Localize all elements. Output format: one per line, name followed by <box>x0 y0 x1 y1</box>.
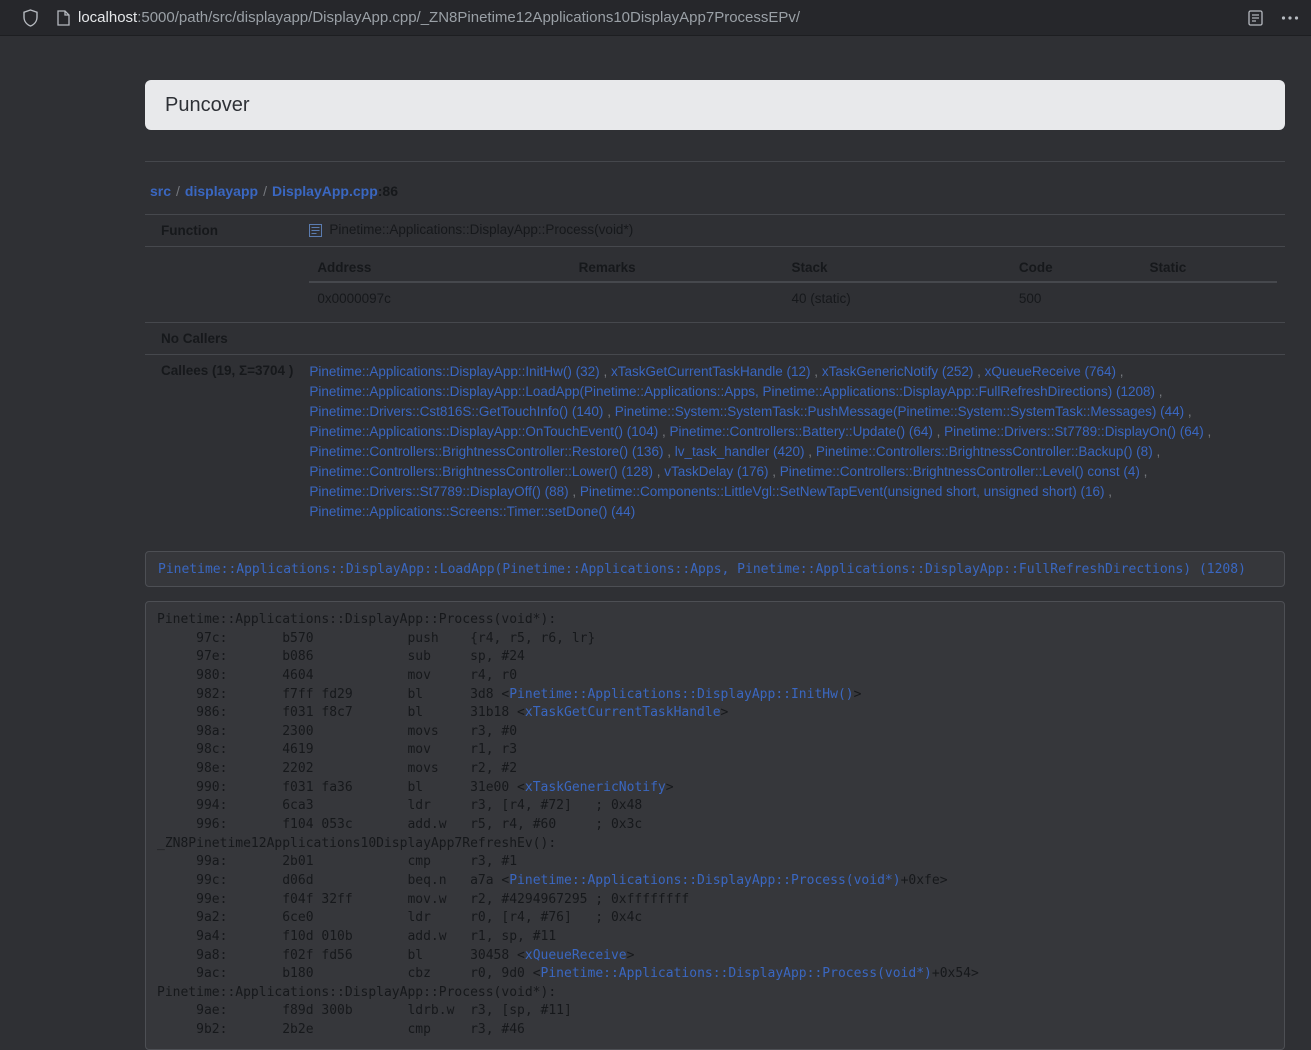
callee-separator: , <box>1104 484 1112 499</box>
callee-separator: , <box>811 364 822 379</box>
disassembly-block: Pinetime::Applications::DisplayApp::Proc… <box>145 601 1285 1050</box>
callee-separator: , <box>769 464 780 479</box>
browser-chrome: localhost:5000/path/src/displayapp/Displ… <box>0 0 1311 36</box>
page-icon <box>57 10 70 26</box>
callee-separator: , <box>603 404 614 419</box>
callee-separator: , <box>663 444 674 459</box>
callee-separator: , <box>973 364 984 379</box>
url-host: localhost <box>78 9 137 26</box>
shield-icon[interactable] <box>22 9 39 27</box>
page-title: Puncover <box>165 94 250 117</box>
code-symbol-link[interactable]: Pinetime::Applications::DisplayApp::Proc… <box>509 873 900 888</box>
callee-link[interactable]: Pinetime::Controllers::Battery::Update()… <box>670 424 933 439</box>
callee-separator: , <box>805 444 816 459</box>
breadcrumb-separator: / <box>176 183 180 199</box>
callee-link[interactable]: Pinetime::Drivers::St7789::DisplayOff() … <box>309 484 568 499</box>
callee-separator: , <box>658 424 669 439</box>
callee-separator: , <box>653 464 664 479</box>
code-symbol-link[interactable]: xQueueReceive <box>525 948 627 963</box>
main-container: Puncover src / displayapp / DisplayApp.cpp:8… <box>145 80 1285 1050</box>
column-header-stack: Stack <box>783 254 1010 282</box>
callee-link[interactable]: Pinetime::Controllers::BrightnessControl… <box>780 464 1140 479</box>
callee-link[interactable]: Pinetime::Applications::Screens::Timer::… <box>309 504 635 519</box>
callee-link[interactable]: xTaskGenericNotify (252) <box>822 364 974 379</box>
callee-separator: , <box>1153 444 1161 459</box>
column-header-address: Address <box>309 254 570 282</box>
callee-separator: , <box>1116 364 1124 379</box>
callee-link[interactable]: Pinetime::Applications::DisplayApp::Load… <box>309 384 1155 399</box>
callee-link[interactable]: vTaskDelay (176) <box>664 464 768 479</box>
callee-link[interactable]: Pinetime::Drivers::St7789::DisplayOn() (… <box>944 424 1204 439</box>
detail-table: Address Remarks Stack Code Static 0x0000… <box>309 254 1277 315</box>
breadcrumb-link-displayapp[interactable]: displayapp <box>185 183 258 199</box>
code-symbol-link[interactable]: Pinetime::Applications::DisplayApp::Proc… <box>541 966 932 981</box>
column-header-static: Static <box>1142 254 1278 282</box>
no-callers-cell <box>301 323 1285 355</box>
callee-link[interactable]: Pinetime::Controllers::BrightnessControl… <box>309 464 653 479</box>
breadcrumb-line-number: :86 <box>378 183 398 199</box>
no-callers-row: No Callers <box>145 323 1285 355</box>
callee-separator: , <box>1155 384 1163 399</box>
callee-separator: , <box>600 364 611 379</box>
code-symbol-link[interactable]: Pinetime::Applications::DisplayApp::Init… <box>509 687 853 702</box>
divider <box>145 161 1285 162</box>
stack-value: 40 (static) <box>783 282 1010 315</box>
function-row-label: Function <box>145 215 301 247</box>
static-value <box>1142 282 1278 315</box>
url-path: :5000/path/src/displayapp/DisplayApp.cpp… <box>137 9 800 26</box>
function-icon <box>309 224 322 237</box>
code-symbol-link[interactable]: xTaskGenericNotify <box>525 780 666 795</box>
url-bar[interactable]: localhost:5000/path/src/displayapp/Displ… <box>78 9 800 26</box>
callee-separator: , <box>933 424 944 439</box>
callee-link[interactable]: Pinetime::Applications::DisplayApp::Init… <box>309 364 599 379</box>
breadcrumb-link-file[interactable]: DisplayApp.cpp <box>272 183 378 199</box>
breadcrumb-separator: / <box>263 183 267 199</box>
callees-row: Callees (19, Σ=3704 ) Pinetime::Applicat… <box>145 355 1285 530</box>
function-name: Pinetime::Applications::DisplayApp::Proc… <box>329 222 633 237</box>
callee-link[interactable]: Pinetime::Applications::DisplayApp::OnTo… <box>309 424 658 439</box>
remarks-value <box>571 282 784 315</box>
callee-link[interactable]: Pinetime::Components::LittleVgl::SetNewT… <box>580 484 1105 499</box>
menu-icon[interactable] <box>1281 15 1299 21</box>
callee-link[interactable]: xTaskGetCurrentTaskHandle (12) <box>611 364 811 379</box>
breadcrumb: src / displayapp / DisplayApp.cpp:86 <box>145 183 1285 199</box>
breadcrumb-link-src[interactable]: src <box>150 183 171 199</box>
column-header-remarks: Remarks <box>571 254 784 282</box>
symbol-highlight-panel: Pinetime::Applications::DisplayApp::Load… <box>145 551 1285 587</box>
page-header: Puncover <box>145 80 1285 130</box>
callees-cell: Pinetime::Applications::DisplayApp::Init… <box>301 355 1285 530</box>
callee-link[interactable]: Pinetime::Drivers::Cst816S::GetTouchInfo… <box>309 404 603 419</box>
callee-link[interactable]: Pinetime::System::SystemTask::PushMessag… <box>615 404 1184 419</box>
callee-separator: , <box>1204 424 1212 439</box>
callee-link[interactable]: Pinetime::Controllers::BrightnessControl… <box>816 444 1153 459</box>
reader-mode-icon[interactable] <box>1248 10 1263 26</box>
address-value: 0x0000097c <box>309 282 570 315</box>
code-value: 500 <box>1011 282 1142 315</box>
callee-link[interactable]: lv_task_handler (420) <box>675 444 805 459</box>
function-row: Function Pinetime::Applications::Display… <box>145 215 1285 247</box>
function-name-cell: Pinetime::Applications::DisplayApp::Proc… <box>301 215 1285 247</box>
code-symbol-link[interactable]: xTaskGetCurrentTaskHandle <box>525 705 721 720</box>
table-row: 0x0000097c 40 (static) 500 <box>309 282 1277 315</box>
callee-link[interactable]: Pinetime::Controllers::BrightnessControl… <box>309 444 663 459</box>
callees-label: Callees (19, Σ=3704 ) <box>145 355 301 530</box>
detail-table-cell: Address Remarks Stack Code Static 0x0000… <box>301 247 1285 323</box>
no-callers-label: No Callers <box>145 323 301 355</box>
callee-separator: , <box>1140 464 1148 479</box>
detail-row: Address Remarks Stack Code Static 0x0000… <box>145 247 1285 323</box>
callee-link[interactable]: xQueueReceive (764) <box>985 364 1116 379</box>
empty-cell <box>145 247 301 323</box>
callee-separator: , <box>569 484 580 499</box>
callee-separator: , <box>1184 404 1192 419</box>
column-header-code: Code <box>1011 254 1142 282</box>
loadapp-symbol-link[interactable]: Pinetime::Applications::DisplayApp::Load… <box>158 562 1246 577</box>
symbol-table: Function Pinetime::Applications::Display… <box>145 214 1285 529</box>
